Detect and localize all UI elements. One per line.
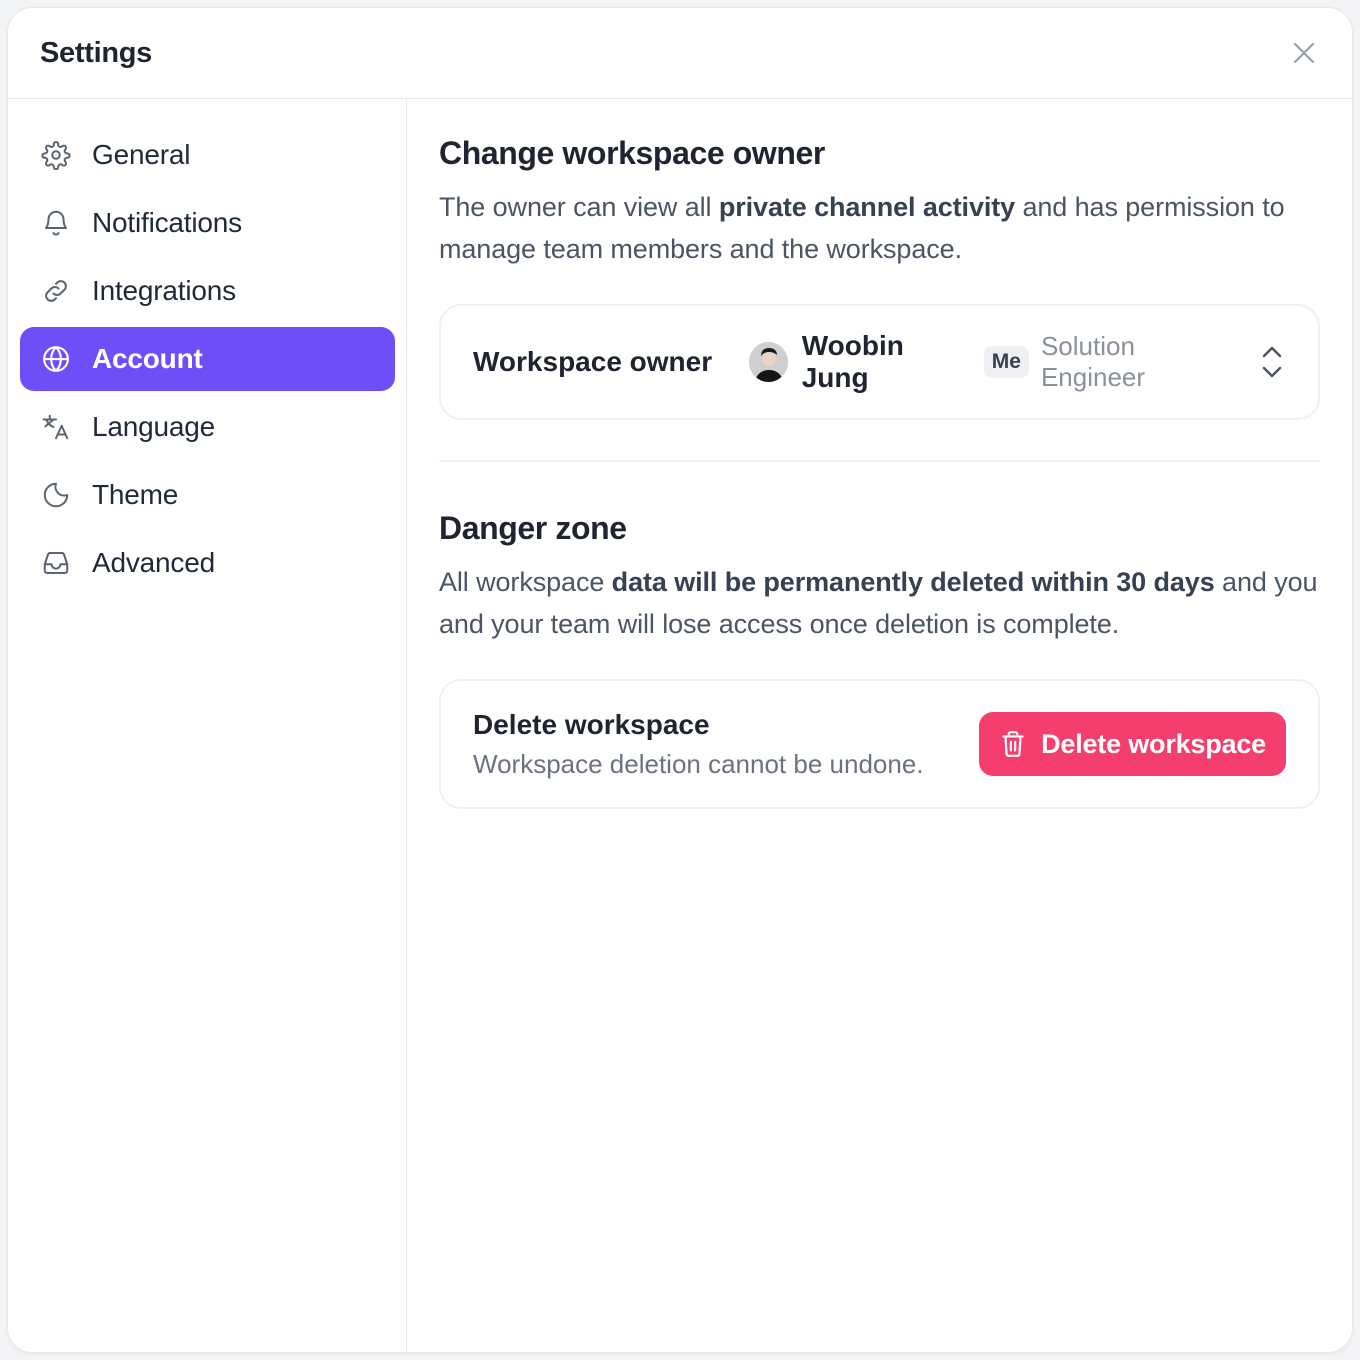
workspace-owner-select[interactable]: Woobin Jung Me Solution Engineer — [748, 330, 1286, 394]
sidebar-item-account[interactable]: Account — [20, 327, 395, 391]
sidebar-item-advanced[interactable]: Advanced — [20, 531, 395, 595]
settings-sidebar: General Notifications Integrations Accou… — [8, 99, 407, 1352]
modal-body: General Notifications Integrations Accou… — [8, 99, 1352, 1352]
chevron-up-down-icon — [1259, 342, 1286, 382]
trash-icon — [999, 730, 1027, 758]
settings-modal: Settings General Notifications Integrati… — [8, 8, 1352, 1352]
workspace-owner-card: Workspace owner Woobin Jung Me Solution … — [439, 304, 1320, 420]
owner-role: Solution Engineer — [1040, 331, 1146, 392]
danger-zone-title: Danger zone — [439, 510, 627, 546]
sidebar-item-label: Notifications — [92, 207, 242, 238]
moon-icon — [40, 479, 72, 511]
bell-icon — [40, 207, 72, 239]
sidebar-item-theme[interactable]: Theme — [20, 463, 395, 527]
delete-workspace-text: Delete workspace Workspace deletion cann… — [473, 709, 924, 780]
modal-header: Settings — [8, 8, 1352, 99]
sidebar-item-label: Advanced — [92, 547, 215, 578]
link-icon — [40, 275, 72, 307]
owner-section-description: The owner can view all private channel a… — [439, 192, 1285, 264]
sidebar-item-label: Theme — [92, 479, 179, 510]
sidebar-item-label: General — [92, 139, 191, 170]
workspace-owner-label: Workspace owner — [473, 346, 713, 377]
danger-zone-description: All workspace data will be permanently d… — [439, 567, 1318, 639]
delete-workspace-card: Delete workspace Workspace deletion cann… — [439, 679, 1320, 809]
avatar — [748, 342, 788, 382]
globe-icon — [40, 343, 72, 375]
sidebar-item-integrations[interactable]: Integrations — [20, 259, 395, 323]
me-badge: Me — [983, 346, 1029, 378]
delete-workspace-button[interactable]: Delete workspace — [979, 712, 1286, 776]
sidebar-item-label: Integrations — [92, 275, 236, 306]
modal-title: Settings — [40, 36, 152, 69]
owner-name: Woobin Jung — [801, 330, 904, 393]
close-icon — [1293, 42, 1315, 64]
sidebar-item-notifications[interactable]: Notifications — [20, 191, 395, 255]
close-button[interactable] — [1288, 37, 1320, 69]
owner-section-title: Change workspace owner — [439, 135, 825, 171]
delete-workspace-button-label: Delete workspace — [1041, 728, 1266, 759]
account-settings-panel: Change workspace owner The owner can vie… — [407, 99, 1352, 1352]
delete-workspace-title: Delete workspace — [473, 708, 710, 740]
sidebar-item-language[interactable]: Language — [20, 395, 395, 459]
translate-icon — [40, 411, 72, 443]
gear-icon — [40, 139, 72, 171]
sidebar-item-label: Account — [92, 343, 203, 374]
inbox-icon — [40, 547, 72, 579]
sidebar-item-label: Language — [92, 411, 215, 442]
sidebar-item-general[interactable]: General — [20, 123, 395, 187]
delete-workspace-subtitle: Workspace deletion cannot be undone. — [473, 748, 924, 779]
section-divider — [439, 460, 1320, 462]
